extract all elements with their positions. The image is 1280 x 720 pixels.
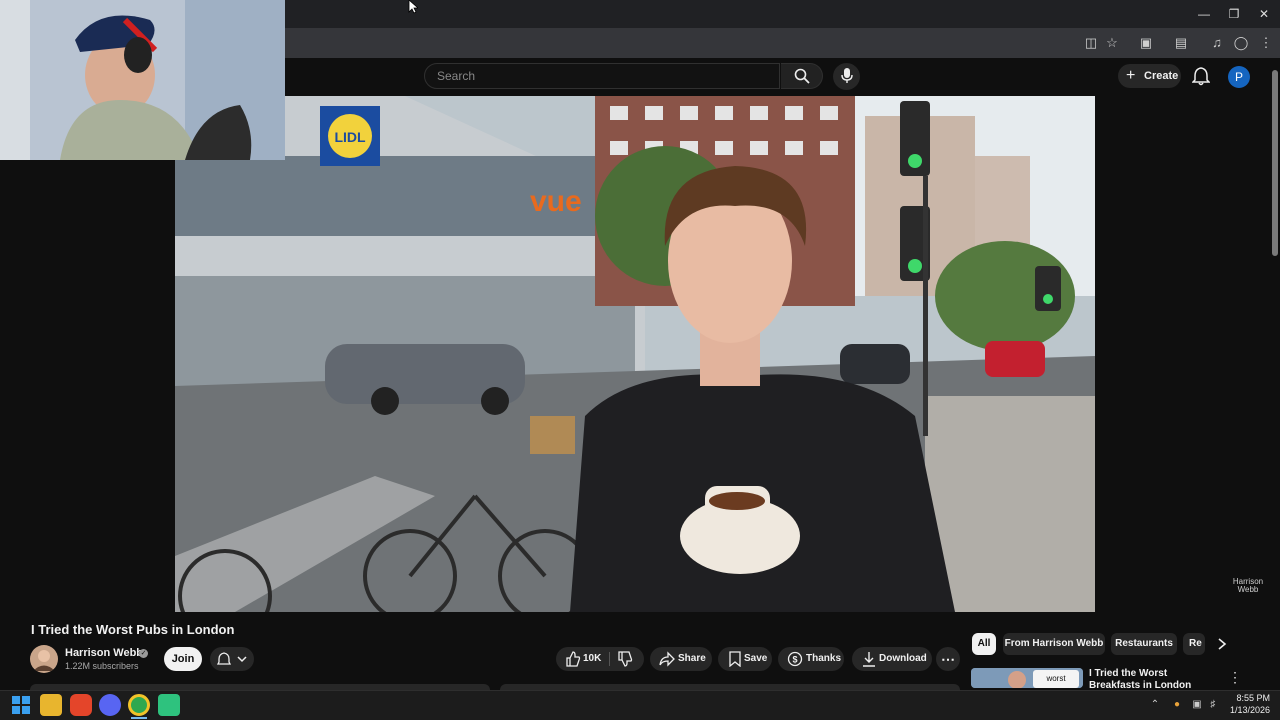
browser-menu-icon[interactable]: ⋮ — [1257, 34, 1275, 52]
channel-name[interactable]: Harrison Webb — [65, 647, 143, 659]
microphone-tray-icon[interactable]: ● — [1170, 698, 1184, 712]
svg-text:$: $ — [792, 655, 797, 665]
thumbnail-text: worst — [1045, 674, 1066, 683]
thumbs-up-icon — [566, 651, 581, 667]
voice-search-button[interactable] — [833, 63, 860, 90]
vue-sign: vue — [530, 185, 582, 218]
download-icon — [863, 652, 875, 667]
restore-icon[interactable]: ❐ — [1219, 4, 1249, 24]
video-frame: LIDL vue — [175, 96, 1095, 612]
bell-icon — [217, 652, 231, 665]
create-label: Create — [1144, 70, 1179, 82]
microphone-icon — [841, 68, 853, 83]
more-actions-button[interactable]: ⋯ — [936, 647, 960, 671]
split-view-icon[interactable]: ▤ — [1172, 34, 1190, 52]
video-title: I Tried the Worst Pubs in London — [31, 622, 235, 637]
recommendation-menu-icon[interactable]: ⋮ — [1228, 669, 1242, 685]
search-input[interactable] — [425, 64, 757, 88]
scrollbar-thumb[interactable] — [1272, 70, 1278, 256]
dislike-button[interactable] — [610, 647, 644, 671]
minimize-icon[interactable]: — — [1189, 4, 1219, 24]
account-avatar[interactable]: P — [1228, 66, 1250, 88]
file-explorer-icon[interactable] — [40, 694, 62, 716]
show-hidden-icons-icon[interactable]: ⌃ — [1148, 698, 1162, 712]
join-button[interactable]: Join — [164, 647, 202, 671]
brave-browser-icon[interactable] — [70, 694, 92, 716]
search-button[interactable] — [781, 63, 823, 89]
media-controls-icon[interactable]: ♫ — [1208, 34, 1226, 52]
bookmark-icon — [729, 651, 741, 667]
verified-check-icon: ✓ — [139, 649, 148, 658]
chip-all[interactable]: All — [972, 633, 996, 655]
chips-next-button[interactable] — [1215, 637, 1229, 651]
search-icon — [794, 68, 810, 84]
thumbs-down-icon — [618, 651, 633, 667]
chevron-right-icon — [1218, 638, 1227, 650]
notifications-bell-icon[interactable] — [1192, 66, 1210, 86]
channel-avatar-image — [30, 645, 58, 673]
share-icon — [659, 651, 675, 667]
webcam-overlay — [0, 0, 285, 160]
extensions-icon[interactable]: ▣ — [1137, 34, 1155, 52]
search-box[interactable] — [424, 63, 780, 89]
save-label: Save — [744, 653, 768, 664]
subscription-bell-button[interactable] — [210, 647, 254, 671]
share-button[interactable]: Share — [650, 647, 712, 671]
lidl-sign: LIDL — [334, 129, 366, 145]
windows-start-icon[interactable] — [12, 696, 30, 714]
subscriber-count: 1.22M subscribers — [65, 661, 139, 671]
windows-logo — [12, 696, 30, 714]
chip-restaurants[interactable]: Restaurants — [1111, 633, 1177, 655]
webcam-frame — [0, 0, 285, 160]
recommendation-title[interactable]: I Tried the Worst Breakfasts in London — [1089, 668, 1219, 688]
download-button[interactable]: Download — [852, 647, 932, 671]
install-app-icon[interactable]: ◫ — [1082, 34, 1100, 52]
video-player[interactable]: LIDL vue — [175, 96, 1095, 612]
thumbnail-image: worst — [971, 668, 1083, 688]
plus-icon: + — [1126, 67, 1136, 84]
windows-taskbar — [0, 690, 1280, 720]
recommendation-thumbnail[interactable]: worst — [971, 668, 1083, 688]
chevron-down-icon — [237, 656, 247, 663]
share-label: Share — [678, 653, 706, 664]
network-icon[interactable]: ▣ — [1190, 698, 1204, 712]
like-dislike-group: 10K — [556, 647, 644, 671]
chrome-icon[interactable] — [128, 694, 150, 716]
chip-partial[interactable]: Re — [1183, 633, 1205, 655]
active-app-indicator — [131, 717, 147, 719]
bookmark-star-icon[interactable]: ☆ — [1103, 34, 1121, 52]
discord-icon[interactable] — [99, 694, 121, 716]
thanks-label: Thanks — [806, 653, 842, 664]
chip-from-channel[interactable]: From Harrison Webb — [1003, 633, 1105, 655]
save-button[interactable]: Save — [718, 647, 772, 671]
thanks-button[interactable]: $ Thanks — [778, 647, 844, 671]
like-button[interactable]: 10K — [556, 647, 608, 671]
close-icon[interactable]: ✕ — [1249, 4, 1279, 24]
super-thanks-icon: $ — [787, 651, 803, 667]
clock-date[interactable]: 1/13/2026 — [1222, 705, 1270, 715]
channel-avatar[interactable] — [30, 645, 58, 673]
download-label: Download — [879, 653, 927, 664]
like-count: 10K — [583, 653, 602, 664]
profile-icon[interactable]: ◯ — [1232, 34, 1250, 52]
app-launcher-icon[interactable] — [158, 694, 180, 716]
clock-time[interactable]: 8:55 PM — [1228, 693, 1270, 703]
mouse-cursor-icon — [408, 0, 418, 14]
volume-icon[interactable]: ♯ — [1206, 698, 1220, 712]
more-horizontal-icon: ⋯ — [941, 651, 955, 667]
video-watermark: Harrison Webb — [1232, 577, 1264, 594]
create-button[interactable]: + Create — [1118, 64, 1181, 88]
